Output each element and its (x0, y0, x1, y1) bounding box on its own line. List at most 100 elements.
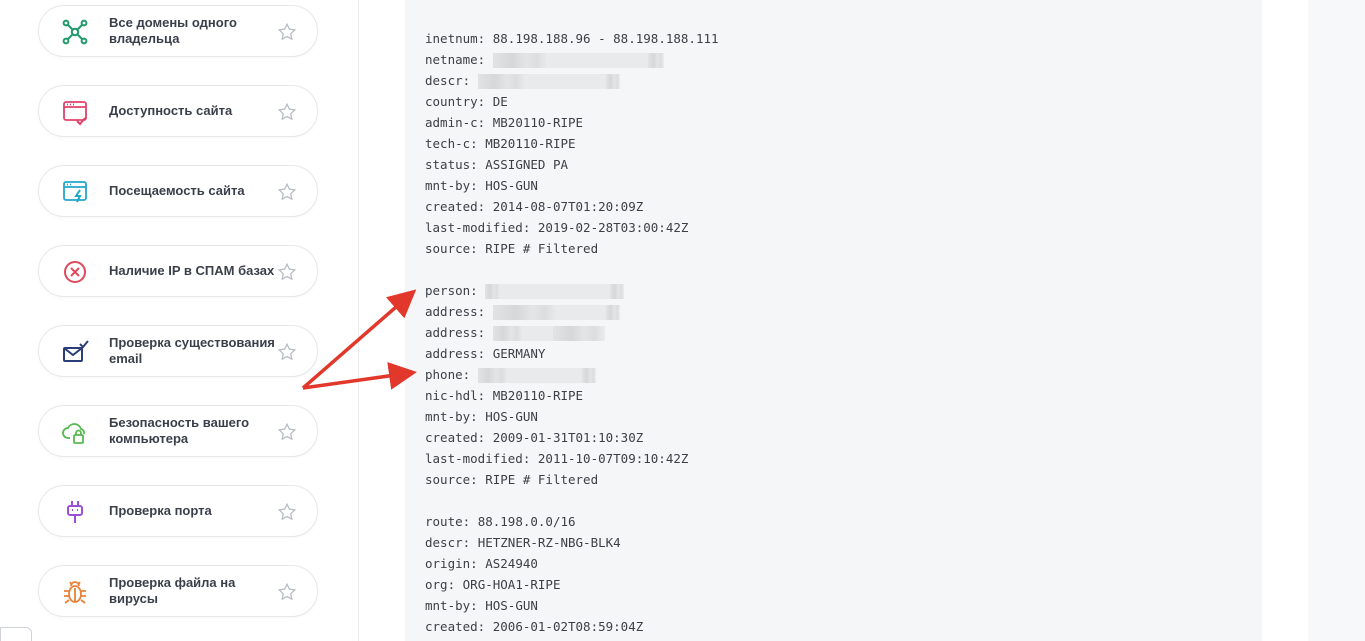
whois-value: ASSIGNED PA (485, 157, 569, 172)
tool-card-label: Посещаемость сайта (109, 183, 245, 198)
whois-key: last-modified: (425, 451, 531, 466)
whois-value: AS24940 (485, 556, 538, 571)
whois-value: HOS-GUN (485, 598, 538, 613)
tool-card[interactable]: Проверка существования email (38, 325, 318, 377)
whois-value: 2011-10-07T09:10:42Z (537, 451, 689, 466)
whois-key: country: (425, 94, 486, 109)
whois-value: 2014-08-07T01:20:09Z (492, 199, 644, 214)
whois-key: created: (425, 199, 486, 214)
whois-line: created: 2009-01-31T01:10:30Z (425, 427, 719, 448)
tool-card[interactable]: Проверка порта (38, 485, 318, 537)
envelope-check-icon (61, 338, 89, 366)
whois-line: person: (425, 280, 719, 301)
plug-icon (61, 498, 89, 526)
whois-line: last-modified: 2011-10-07T09:10:42Z (425, 448, 719, 469)
whois-line: inetnum: 88.198.188.96 - 88.198.188.111 (425, 28, 719, 49)
star-icon[interactable] (277, 422, 297, 442)
whois-value: HOS-GUN (485, 178, 538, 193)
whois-key: last-modified: (425, 220, 531, 235)
whois-key: address: (425, 304, 486, 319)
whois-value: HOS-GUN (485, 409, 538, 424)
tool-card-label: Наличие IP в СПАМ базах (109, 263, 275, 278)
tool-card-label: Доступность сайта (109, 103, 233, 118)
whois-blank-line (425, 259, 719, 280)
sidebar-divider (358, 0, 359, 641)
whois-line: route: 88.198.0.0/16 (425, 511, 719, 532)
tool-card-label: Проверка существования email (109, 335, 275, 366)
whois-key: descr: (425, 73, 471, 88)
star-icon[interactable] (277, 262, 297, 282)
whois-key: address: (425, 346, 486, 361)
redacted-value (477, 73, 620, 89)
whois-line: address: (425, 301, 719, 322)
whois-value: ORG-HOA1-RIPE (462, 577, 561, 592)
whois-key: phone: (425, 367, 471, 382)
whois-key: mnt-by: (425, 178, 478, 193)
whois-line: created: 2006-01-02T08:59:04Z (425, 616, 719, 637)
whois-key: tech-c: (425, 136, 478, 151)
whois-value: 2009-01-31T01:10:30Z (492, 430, 644, 445)
whois-blank-line (425, 490, 719, 511)
redacted-value (492, 304, 620, 320)
whois-line: origin: AS24940 (425, 553, 719, 574)
whois-key: source: (425, 241, 478, 256)
whois-value: DE (492, 94, 508, 109)
cloud-lock-icon (61, 418, 89, 446)
whois-key: created: (425, 619, 486, 634)
whois-key: netname: (425, 52, 486, 67)
corner-tab[interactable] (0, 627, 32, 641)
whois-value: MB20110-RIPE (492, 115, 584, 130)
whois-key: created: (425, 430, 486, 445)
whois-line: source: RIPE # Filtered (425, 469, 719, 490)
whois-key: status: (425, 157, 478, 172)
star-icon[interactable] (277, 342, 297, 362)
redacted-value (492, 325, 605, 341)
network-nodes-icon (61, 18, 89, 46)
whois-value: GERMANY (492, 346, 546, 361)
whois-line: descr: (425, 70, 719, 91)
whois-key: mnt-by: (425, 409, 478, 424)
whois-line: phone: (425, 364, 719, 385)
whois-value: 88.198.188.96 - 88.198.188.111 (492, 31, 719, 46)
whois-value: RIPE # Filtered (485, 472, 599, 487)
whois-line: source: RIPE # Filtered (425, 238, 719, 259)
circle-x-icon (61, 258, 89, 286)
tool-card[interactable]: Посещаемость сайта (38, 165, 318, 217)
whois-key: descr: (425, 535, 471, 550)
tools-sidebar: Все домены одного владельца Доступность с… (0, 0, 358, 641)
whois-value: 2006-01-02T08:59:04Z (492, 619, 644, 634)
whois-value: 2019-02-28T03:00:42Z (537, 220, 689, 235)
whois-line: netname: (425, 49, 719, 70)
right-side-panel (1308, 0, 1365, 641)
whois-line: descr: HETZNER-RZ-NBG-BLK4 (425, 532, 719, 553)
browser-check-icon (61, 98, 89, 126)
whois-line: tech-c: MB20110-RIPE (425, 133, 719, 154)
whois-line: country: DE (425, 91, 719, 112)
whois-key: admin-c: (425, 115, 486, 130)
tool-card[interactable]: Проверка файла на вирусы (38, 565, 318, 617)
whois-value: 88.198.0.0/16 (477, 514, 576, 529)
whois-key: org: (425, 577, 456, 592)
whois-value: RIPE # Filtered (485, 241, 599, 256)
whois-key: route: (425, 514, 471, 529)
star-icon[interactable] (277, 102, 297, 122)
whois-key: nic-hdl: (425, 388, 486, 403)
whois-line: address: GERMANY (425, 343, 719, 364)
whois-key: address: (425, 325, 486, 340)
tool-card[interactable]: Наличие IP в СПАМ базах (38, 245, 318, 297)
star-icon[interactable] (277, 582, 297, 602)
whois-value: HETZNER-RZ-NBG-BLK4 (477, 535, 621, 550)
tool-card[interactable]: Доступность сайта (38, 85, 318, 137)
redacted-value (485, 283, 625, 299)
tool-card[interactable]: Все домены одного владельца (38, 5, 318, 57)
star-icon[interactable] (277, 502, 297, 522)
star-icon[interactable] (277, 22, 297, 42)
tool-card[interactable]: Безопасность вашего компьютера (38, 405, 318, 457)
redacted-value (492, 52, 664, 68)
browser-lightning-icon (61, 178, 89, 206)
whois-line: address: (425, 322, 719, 343)
tool-card-label: Безопасность вашего компьютера (109, 415, 250, 446)
whois-line: admin-c: MB20110-RIPE (425, 112, 719, 133)
star-icon[interactable] (277, 182, 297, 202)
whois-line: last-modified: 2019-02-28T03:00:42Z (425, 217, 719, 238)
